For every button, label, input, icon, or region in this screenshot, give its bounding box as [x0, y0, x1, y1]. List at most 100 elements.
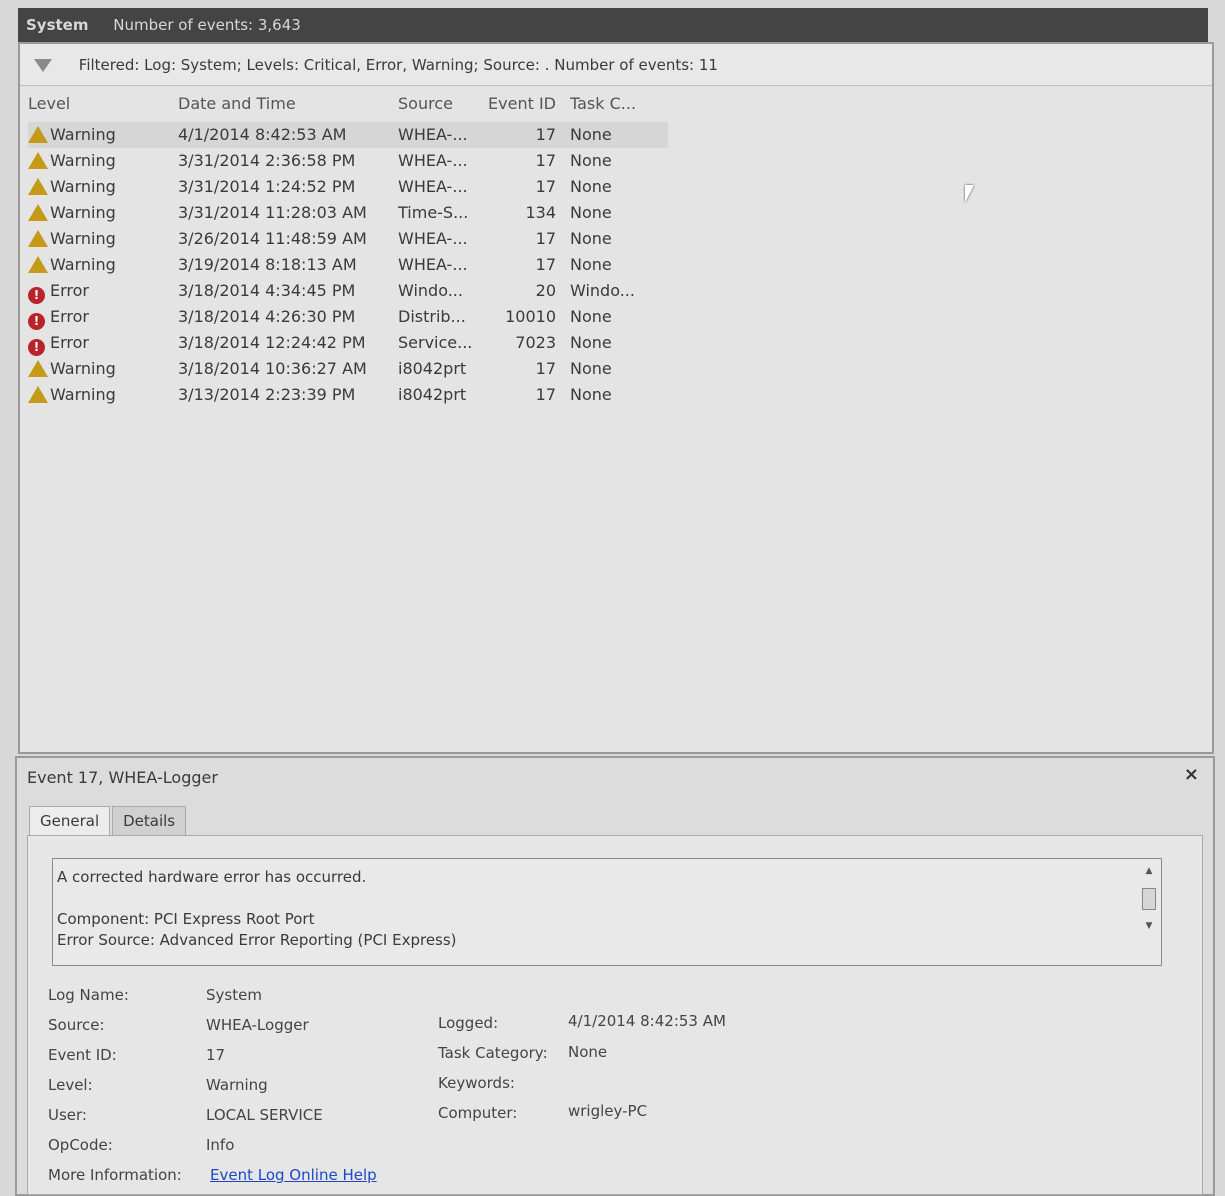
event-source: WHEA-... — [398, 255, 468, 274]
event-id: 10010 — [505, 307, 556, 326]
log-name-value: System — [206, 986, 262, 1004]
event-task: None — [570, 151, 612, 170]
event-date: 3/18/2014 4:26:30 PM — [178, 307, 356, 326]
log-name-label: Log Name: — [48, 986, 129, 1004]
warning-icon — [28, 359, 48, 377]
event-task: None — [570, 333, 612, 352]
table-row[interactable]: Warning 4/1/2014 8:42:53 AM WHEA-... 17 … — [28, 122, 668, 148]
event-source: Distrib... — [398, 307, 466, 326]
column-header-row: Level Date and Time Source Event ID Task… — [28, 90, 668, 116]
table-row[interactable]: Warning 3/26/2014 11:48:59 AM WHEA-... 1… — [28, 226, 668, 252]
event-level: Warning — [50, 255, 116, 274]
log-name: System — [26, 16, 89, 34]
event-date: 3/26/2014 11:48:59 AM — [178, 229, 367, 248]
level-value: Warning — [206, 1076, 268, 1094]
tab-details[interactable]: Details — [112, 806, 187, 836]
table-row[interactable]: ! Error 3/18/2014 12:24:42 PM Service... … — [28, 330, 668, 356]
logged-label: Logged: — [438, 1014, 499, 1032]
table-row[interactable]: Warning 3/19/2014 8:18:13 AM WHEA-... 17… — [28, 252, 668, 278]
column-header-source[interactable]: Source — [398, 94, 482, 113]
error-icon: ! — [28, 307, 48, 330]
event-source: WHEA-... — [398, 177, 468, 196]
event-level: Warning — [50, 125, 116, 144]
table-row[interactable]: Warning 3/31/2014 1:24:52 PM WHEA-... 17… — [28, 174, 668, 200]
event-detail-panel: Event 17, WHEA-Logger × General Details A… — [15, 756, 1215, 1196]
event-task: None — [570, 229, 612, 248]
event-date: 3/19/2014 8:18:13 AM — [178, 255, 357, 274]
log-title-bar: System Number of events: 3,643 — [18, 8, 1208, 42]
table-row[interactable]: ! Error 3/18/2014 4:26:30 PM Distrib... 1… — [28, 304, 668, 330]
event-source: i8042prt — [398, 359, 467, 378]
event-level: Error — [50, 333, 89, 352]
event-source: WHEA-... — [398, 125, 468, 144]
event-date: 3/31/2014 11:28:03 AM — [178, 203, 367, 222]
event-id-value: 17 — [206, 1046, 226, 1064]
event-task: None — [570, 177, 612, 196]
column-header-task-category[interactable]: Task C... — [570, 94, 650, 113]
column-header-level[interactable]: Level — [28, 94, 168, 113]
scroll-thumb[interactable] — [1142, 888, 1156, 910]
event-date: 3/31/2014 2:36:58 PM — [178, 151, 356, 170]
more-info-label: More Information: — [48, 1166, 182, 1184]
table-row[interactable]: Warning 3/18/2014 10:36:27 AM i8042prt 1… — [28, 356, 668, 382]
filter-icon — [34, 59, 52, 72]
scroll-up-icon[interactable]: ▲ — [1139, 861, 1159, 882]
scroll-down-icon[interactable]: ▼ — [1139, 916, 1159, 937]
table-row[interactable]: Warning 3/13/2014 2:23:39 PM i8042prt 17… — [28, 382, 668, 408]
user-label: User: — [48, 1106, 87, 1124]
filter-bar: Filtered: Log: System; Levels: Critical,… — [20, 44, 1212, 86]
event-date: 3/13/2014 2:23:39 PM — [178, 385, 356, 404]
opcode-value: Info — [206, 1136, 235, 1154]
event-level: Warning — [50, 177, 116, 196]
description-line: A corrected hardware error has occurred. — [57, 868, 367, 886]
event-task: None — [570, 359, 612, 378]
warning-icon — [28, 229, 48, 247]
user-value: LOCAL SERVICE — [206, 1106, 323, 1124]
table-row[interactable]: ! Error 3/18/2014 4:34:45 PM Windo... 20 … — [28, 278, 668, 304]
event-id: 134 — [525, 203, 556, 222]
close-icon[interactable]: × — [1184, 764, 1199, 785]
event-source: i8042prt — [398, 385, 467, 404]
column-header-event-id[interactable]: Event ID — [486, 94, 556, 113]
description-scrollbar[interactable]: ▲ ▼ — [1139, 861, 1159, 961]
event-detail-title: Event 17, WHEA-Logger — [27, 768, 218, 787]
event-level: Warning — [50, 359, 116, 378]
event-level: Warning — [50, 385, 116, 404]
event-task: None — [570, 203, 612, 222]
event-log-help-link[interactable]: Event Log Online Help — [210, 1166, 377, 1184]
warning-icon — [28, 385, 48, 403]
error-icon: ! — [28, 333, 48, 356]
keywords-label: Keywords: — [438, 1074, 515, 1092]
event-rows: Warning 4/1/2014 8:42:53 AM WHEA-... 17 … — [28, 122, 668, 408]
event-source: Service... — [398, 333, 473, 352]
column-header-date[interactable]: Date and Time — [178, 94, 393, 113]
event-task: None — [570, 255, 612, 274]
event-id: 7023 — [515, 333, 556, 352]
warning-icon — [28, 151, 48, 169]
logged-value: 4/1/2014 8:42:53 AM — [568, 1012, 726, 1030]
event-level: Warning — [50, 151, 116, 170]
event-id: 17 — [535, 177, 556, 196]
warning-icon — [28, 203, 48, 221]
source-value: WHEA-Logger — [206, 1016, 309, 1034]
event-source: WHEA-... — [398, 229, 468, 248]
event-id: 17 — [535, 255, 556, 274]
event-date: 3/18/2014 12:24:42 PM — [178, 333, 366, 352]
event-level: Warning — [50, 229, 116, 248]
level-label: Level: — [48, 1076, 93, 1094]
event-level: Error — [50, 307, 89, 326]
event-date: 3/18/2014 4:34:45 PM — [178, 281, 356, 300]
event-list-panel: Filtered: Log: System; Levels: Critical,… — [18, 42, 1214, 754]
warning-icon — [28, 177, 48, 195]
description-line: Component: PCI Express Root Port — [57, 910, 315, 928]
event-source: WHEA-... — [398, 151, 468, 170]
event-id: 17 — [535, 385, 556, 404]
tab-general[interactable]: General — [29, 806, 111, 836]
event-level: Error — [50, 281, 89, 300]
event-task: None — [570, 307, 612, 326]
detail-tabs: General Details — [29, 806, 188, 836]
event-description[interactable]: A corrected hardware error has occurred.… — [52, 858, 1162, 966]
table-row[interactable]: Warning 3/31/2014 2:36:58 PM WHEA-... 17… — [28, 148, 668, 174]
table-row[interactable]: Warning 3/31/2014 11:28:03 AM Time-S... … — [28, 200, 668, 226]
event-id: 17 — [535, 229, 556, 248]
